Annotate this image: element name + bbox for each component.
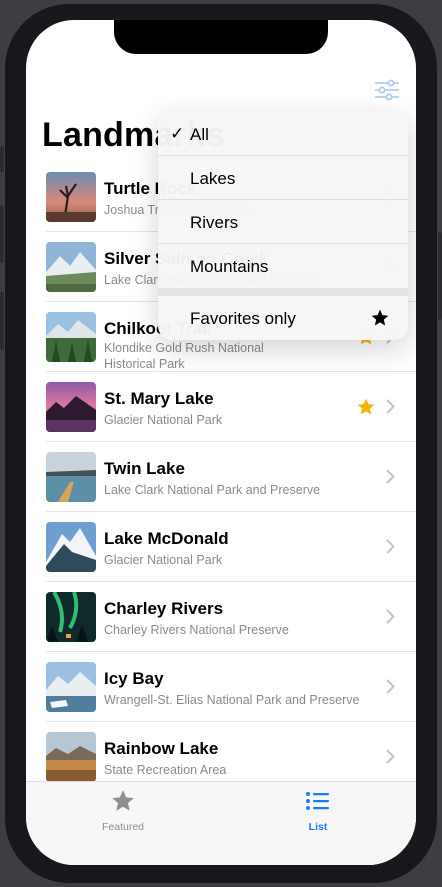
app-screen: Landmarks Turtle Rock Joshua Tree Nation… — [26, 20, 416, 865]
landmark-name: Charley Rivers — [104, 599, 224, 618]
menu-item-label: Favorites only — [190, 309, 296, 328]
tab-featured[interactable]: Featured — [63, 788, 183, 833]
chevron-right-icon — [386, 399, 395, 414]
landmark-park: Klondike Gold Rush National Historical P… — [104, 341, 264, 371]
landmark-park: Glacier National Park — [104, 413, 223, 427]
landmark-thumbnail — [46, 172, 96, 222]
landmark-row[interactable]: St. Mary Lake Glacier National Park — [26, 372, 416, 442]
notch — [114, 20, 328, 54]
menu-item-label: Rivers — [190, 213, 239, 232]
tab-list-label: List — [308, 821, 328, 833]
list-bullet-icon — [306, 792, 329, 810]
landmark-park: Glacier National Park — [104, 553, 223, 567]
landmark-thumbnail — [46, 662, 96, 712]
menu-item-mountains[interactable]: Mountains — [158, 244, 408, 288]
landmark-row[interactable]: Charley Rivers Charley Rivers National P… — [26, 582, 416, 652]
landmark-name: Rainbow Lake — [104, 739, 219, 758]
landmark-park: Lake Clark National Park and Preserve — [104, 483, 321, 497]
landmark-name: Lake McDonald — [104, 529, 229, 548]
menu-item-favorites-only[interactable]: Favorites only — [158, 296, 408, 340]
menu-item-rivers[interactable]: Rivers — [158, 200, 408, 244]
mute-switch — [0, 146, 4, 172]
star-fill-icon — [371, 309, 389, 326]
landmark-thumbnail — [46, 312, 96, 362]
chevron-right-icon — [386, 539, 395, 554]
menu-item-lakes[interactable]: Lakes — [158, 156, 408, 200]
landmark-park: State Recreation Area — [104, 763, 227, 777]
landmark-name: Icy Bay — [104, 669, 164, 688]
star-fill-icon — [357, 398, 375, 415]
chevron-right-icon — [386, 679, 395, 694]
landmark-row[interactable]: Icy Bay Wrangell-St. Elias National Park… — [26, 652, 416, 722]
landmark-thumbnail — [46, 522, 96, 572]
landmark-row[interactable]: Twin Lake Lake Clark National Park and P… — [26, 442, 416, 512]
checkmark-icon: ✓ — [170, 124, 185, 143]
tab-featured-label: Featured — [101, 821, 145, 833]
landmark-name: St. Mary Lake — [104, 389, 214, 408]
landmark-thumbnail — [46, 452, 96, 502]
menu-item-label: Lakes — [190, 169, 236, 188]
landmark-thumbnail — [46, 382, 96, 432]
menu-item-label: All — [190, 125, 209, 144]
tab-list[interactable]: List — [258, 788, 378, 833]
landmark-row[interactable]: Lake McDonald Glacier National Park — [26, 512, 416, 582]
volume-down-button — [0, 292, 4, 350]
chevron-right-icon — [386, 469, 395, 484]
chevron-right-icon — [386, 609, 395, 624]
power-button — [438, 232, 442, 320]
menu-item-label: Mountains — [190, 257, 269, 276]
filter-button[interactable] — [374, 78, 400, 102]
menu-section-gap — [158, 288, 408, 296]
slider-horizontal-icon — [375, 79, 399, 101]
landmark-park: Charley Rivers National Preserve — [104, 623, 289, 637]
chevron-right-icon — [386, 749, 395, 764]
filter-menu: ✓ All Lakes Rivers Mountains Favorites o… — [158, 112, 408, 340]
volume-up-button — [0, 205, 4, 263]
landmark-thumbnail — [46, 732, 96, 782]
landmark-name: Twin Lake — [104, 459, 185, 478]
landmark-thumbnail — [46, 242, 96, 292]
star-fill-icon — [112, 790, 134, 811]
landmark-thumbnail — [46, 592, 96, 642]
landmark-park: Wrangell-St. Elias National Park and Pre… — [104, 693, 360, 707]
tab-bar: Featured List — [26, 781, 416, 865]
menu-item-all[interactable]: ✓ All — [158, 112, 408, 156]
